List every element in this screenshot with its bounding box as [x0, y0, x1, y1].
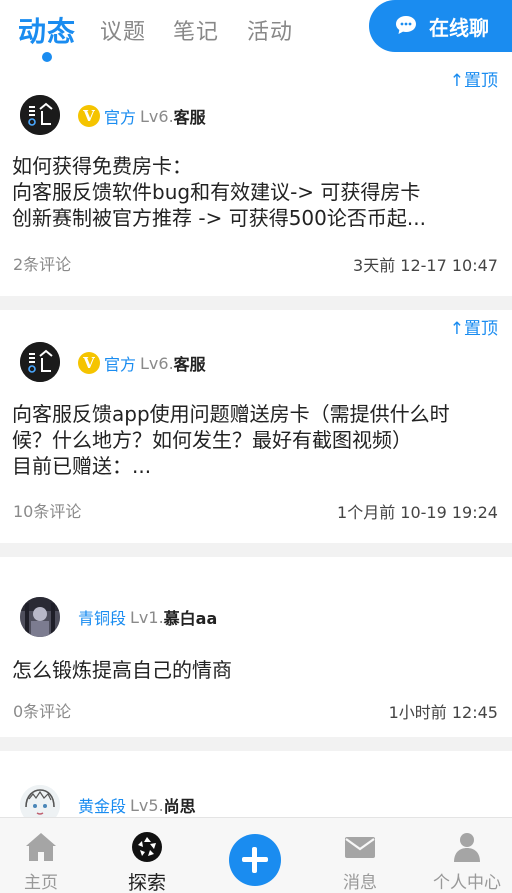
- author-name[interactable]: 客服: [174, 108, 206, 127]
- tab-events[interactable]: 活动: [247, 14, 293, 46]
- person-icon: [454, 833, 480, 862]
- post-author-meta: 黄金段 Lv5.尚思: [78, 793, 196, 817]
- nav-profile-label: 个人中心: [433, 873, 501, 893]
- level-label: Lv1.: [130, 607, 164, 627]
- official-logo-icon: [20, 342, 60, 382]
- post-line: 候？什么地方？如何发生？最好有截图视频）: [12, 428, 412, 452]
- avatar[interactable]: [20, 95, 60, 135]
- user-photo-icon: [20, 597, 60, 637]
- author-name[interactable]: 客服: [174, 355, 206, 374]
- verified-badge-icon: V: [78, 105, 100, 127]
- active-tab-indicator: [42, 52, 52, 62]
- divider: [0, 296, 512, 310]
- rank-label: 官方: [104, 108, 137, 127]
- nav-home-label: 主页: [24, 873, 58, 893]
- post-line: 目前已赠送：...: [12, 454, 152, 478]
- post-feed: ↑置顶 V 官方 Lv6.客服 如何获得免费房卡： 向客服反馈软件bug和有效建议-…: [0, 64, 512, 871]
- divider: [0, 543, 512, 557]
- level-label: Lv5.: [130, 795, 164, 815]
- nav-messages[interactable]: 消息: [309, 818, 411, 893]
- rank-label: 青铜段: [78, 609, 127, 628]
- post-content[interactable]: 怎么锻炼提高自己的情商: [12, 657, 502, 683]
- level-label: Lv6.: [140, 353, 174, 373]
- post-card[interactable]: ↑置顶 V 官方 Lv6.客服 如何获得免费房卡： 向客服反馈软件bug和有效建议-…: [0, 64, 512, 296]
- online-chat-label: 在线聊: [429, 16, 489, 40]
- post-line: 如何获得免费房卡：: [12, 154, 192, 178]
- post-line: 创新赛制被官方推荐 -> 可获得500论否币起...: [12, 206, 426, 230]
- nav-profile[interactable]: 个人中心: [415, 818, 512, 893]
- nav-explore-label: 探索: [127, 872, 166, 893]
- post-author-meta: V 官方 Lv6.客服: [78, 351, 206, 375]
- pinned-label: ↑置顶: [449, 319, 498, 339]
- post-line: 向客服反馈app使用问题赠送房卡（需提供什么时: [12, 402, 450, 426]
- post-content[interactable]: 如何获得免费房卡： 向客服反馈软件bug和有效建议-> 可获得房卡 创新赛制被官…: [12, 153, 502, 231]
- post-time: 1个月前 10-19 19:24: [337, 503, 498, 522]
- aperture-icon: [132, 832, 162, 862]
- chat-bubble-icon: [396, 16, 416, 34]
- author-name[interactable]: 慕白aa: [164, 609, 218, 628]
- tab-topics[interactable]: 议题: [100, 14, 146, 46]
- verified-badge-icon: V: [78, 352, 100, 374]
- post-time: 1小时前 12:45: [388, 703, 498, 722]
- post-line: 向客服反馈软件bug和有效建议-> 可获得房卡: [12, 180, 421, 204]
- post-content[interactable]: 向客服反馈app使用问题赠送房卡（需提供什么时 候？什么地方？如何发生？最好有截…: [12, 401, 502, 479]
- level-label: Lv6.: [140, 106, 174, 126]
- create-post-button[interactable]: [229, 834, 281, 886]
- post-author-meta: V 官方 Lv6.客服: [78, 104, 206, 128]
- top-tab-bar: 动态 议题 笔记 活动 在线聊: [0, 0, 512, 64]
- rank-label: 黄金段: [78, 797, 127, 816]
- post-card[interactable]: ↑置顶 V 官方 Lv6.客服 向客服反馈app使用问题赠送房卡（需提供什么时 候？…: [0, 310, 512, 543]
- comment-count[interactable]: 10条评论: [13, 498, 81, 522]
- rank-label: 官方: [104, 355, 137, 374]
- tab-dynamics[interactable]: 动态: [18, 10, 76, 50]
- official-logo-icon: [20, 95, 60, 135]
- post-card[interactable]: 青铜段 Lv1.慕白aa 怎么锻炼提高自己的情商 0条评论 1小时前 12:45: [0, 557, 512, 737]
- online-chat-button[interactable]: 在线聊: [369, 0, 512, 52]
- post-time: 3天前 12-17 10:47: [353, 256, 498, 275]
- post-line: 怎么锻炼提高自己的情商: [12, 658, 232, 682]
- bottom-navigation: 主页 探索 消息 个人中心: [0, 817, 512, 893]
- tab-notes[interactable]: 笔记: [173, 14, 219, 46]
- avatar[interactable]: [20, 342, 60, 382]
- home-icon: [26, 833, 56, 861]
- comment-count[interactable]: 2条评论: [13, 251, 71, 275]
- envelope-icon: [345, 837, 375, 858]
- avatar[interactable]: [20, 597, 60, 637]
- nav-explore[interactable]: 探索: [96, 818, 198, 893]
- nav-messages-label: 消息: [343, 873, 377, 893]
- pinned-label: ↑置顶: [449, 71, 498, 91]
- nav-home[interactable]: 主页: [0, 818, 92, 893]
- divider: [0, 737, 512, 751]
- post-author-meta: 青铜段 Lv1.慕白aa: [78, 605, 217, 629]
- comment-count[interactable]: 0条评论: [13, 698, 71, 722]
- author-name[interactable]: 尚思: [164, 797, 196, 816]
